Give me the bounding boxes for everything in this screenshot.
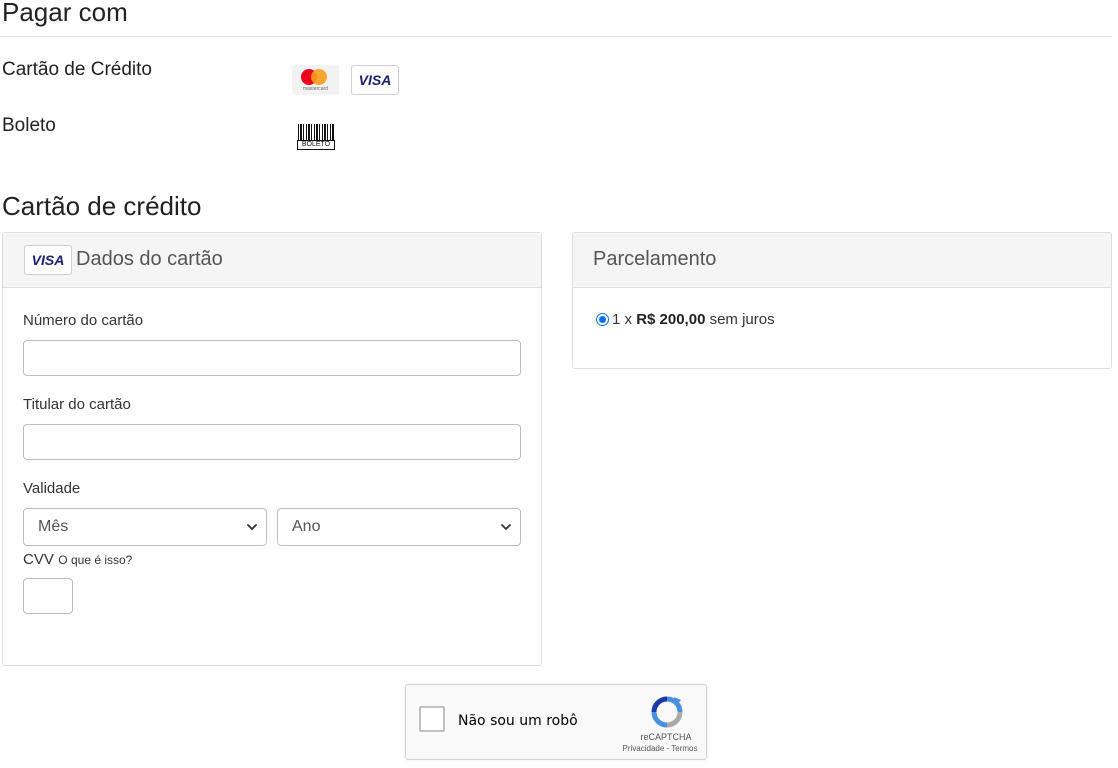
cvv-label: CVV <box>23 551 54 568</box>
cvv-input[interactable] <box>23 578 73 614</box>
installments-panel: Parcelamento <box>572 232 1112 369</box>
installment-option-label[interactable]: 1 x R$ 200,00 sem juros <box>612 311 775 328</box>
recaptcha-label: Não sou um robô <box>458 713 578 729</box>
card-data-panel: VISA Dados do cartão Número do cartão Ti… <box>2 232 542 666</box>
barcode-icon: BOLETO <box>297 124 335 150</box>
payment-method-credit-card-label[interactable]: Cartão de Crédito <box>2 59 152 81</box>
payment-method-boleto-label[interactable]: Boleto <box>2 115 56 137</box>
recaptcha-checkbox[interactable] <box>419 706 445 732</box>
credit-card-heading: Cartão de crédito <box>2 191 202 221</box>
visa-icon: VISA <box>351 65 399 95</box>
cvv-label-row: CVV O que é isso? <box>23 551 132 569</box>
card-data-panel-title: Dados do cartão <box>76 248 223 270</box>
mastercard-icon: mastercard <box>292 65 339 95</box>
mastercard-caption: mastercard <box>302 86 328 92</box>
recaptcha-logo-icon <box>651 696 683 728</box>
installment-amount: R$ 200,00 <box>636 311 706 328</box>
installment-count: 1 x <box>612 311 633 328</box>
chevron-down-icon <box>501 524 511 530</box>
card-data-panel-header: VISA Dados do cartão <box>3 233 541 288</box>
recaptcha-brand: reCAPTCHA <box>640 732 692 742</box>
expiry-month-select[interactable]: Mês <box>23 508 267 546</box>
pay-with-heading: Pagar com <box>2 0 128 27</box>
recaptcha-widget: Não sou um robô reCAPTCHA Privacidade - … <box>405 684 707 760</box>
divider <box>0 36 1112 37</box>
recaptcha-privacy-terms-links[interactable]: Privacidade - Termos <box>612 744 708 753</box>
expiry-month-value: Mês <box>38 518 69 535</box>
card-holder-input[interactable] <box>23 424 521 460</box>
installments-panel-title: Parcelamento <box>593 248 717 270</box>
boleto-badge-text: BOLETO <box>297 140 335 150</box>
expiry-year-value: Ano <box>292 518 321 535</box>
card-number-label: Número do cartão <box>23 312 144 329</box>
expiry-label: Validade <box>23 480 81 497</box>
installment-suffix: sem juros <box>709 311 775 328</box>
chevron-down-icon <box>247 524 257 530</box>
card-holder-label: Titular do cartão <box>23 396 131 413</box>
card-number-input[interactable] <box>23 340 521 376</box>
cvv-help-link[interactable]: O que é isso? <box>58 553 132 567</box>
expiry-year-select[interactable]: Ano <box>277 508 521 546</box>
installment-radio[interactable] <box>596 313 609 326</box>
visa-icon: VISA <box>24 245 72 275</box>
installments-panel-header: Parcelamento <box>573 233 1111 288</box>
